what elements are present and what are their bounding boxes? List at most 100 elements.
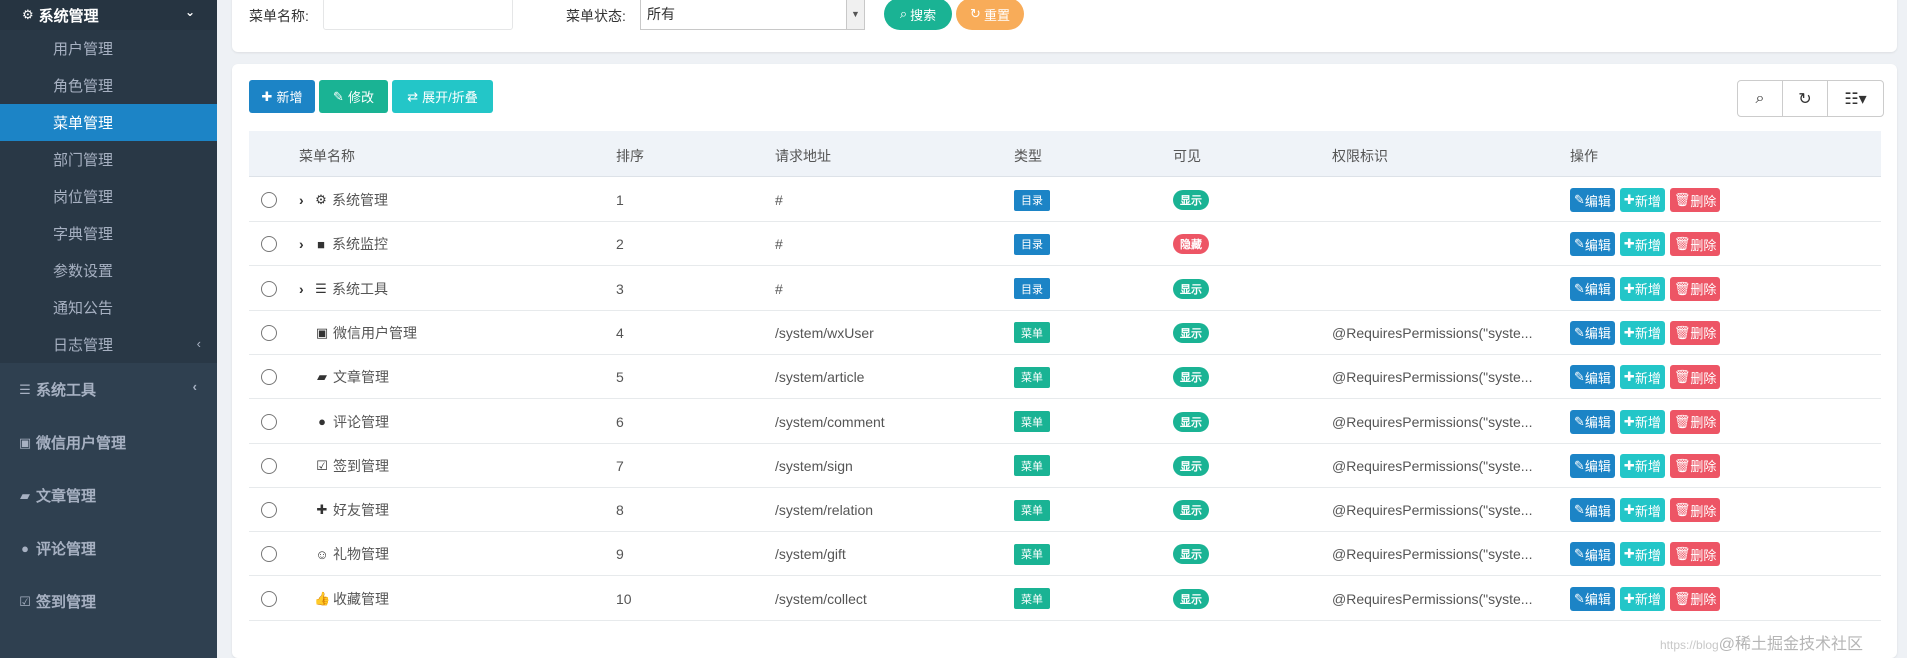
plus-icon: ✚: [1623, 280, 1635, 296]
columns-button[interactable]: ☷▾: [1828, 81, 1883, 116]
sidebar-item-departments[interactable]: 部门管理: [0, 141, 217, 178]
row-edit-button[interactable]: ✎ 编辑: [1570, 586, 1615, 611]
header-ops: 操作: [1570, 148, 1598, 164]
table-row[interactable]: › ⚙ 系统管理 1 # 目录 显示 ✎ 编辑 ✚ 新增 🗑 删除: [249, 178, 1881, 222]
search-button[interactable]: ⌕ 搜索: [884, 0, 952, 30]
sidebar-item-posts[interactable]: 岗位管理: [0, 178, 217, 215]
sidebar-item-notices[interactable]: 通知公告: [0, 289, 217, 326]
sidebar-item-sign[interactable]: ☑ 签到管理: [0, 575, 217, 628]
table-row[interactable]: ✚ 好友管理 8 /system/relation 菜单 显示 @Require…: [249, 488, 1881, 533]
table-row[interactable]: ▰ 文章管理 5 /system/article 菜单 显示 @Requires…: [249, 355, 1881, 400]
sidebar-item-label: 系统工具: [36, 382, 97, 399]
row-radio[interactable]: [261, 280, 277, 297]
row-radio[interactable]: [261, 324, 277, 341]
row-add-button[interactable]: ✚ 新增: [1619, 453, 1665, 478]
refresh-button[interactable]: ↻: [1783, 81, 1828, 116]
row-add-button[interactable]: ✚ 新增: [1619, 409, 1665, 434]
row-edit-button[interactable]: ✎ 编辑: [1570, 232, 1615, 257]
row-add-button[interactable]: ✚ 新增: [1619, 320, 1665, 345]
row-radio[interactable]: [261, 413, 277, 430]
sidebar-item-users[interactable]: 用户管理: [0, 30, 217, 67]
row-radio[interactable]: [261, 590, 277, 607]
row-delete-button[interactable]: 🗑 删除: [1669, 542, 1721, 567]
row-delete-button[interactable]: 🗑 删除: [1669, 498, 1721, 523]
table-row[interactable]: 👍 收藏管理 10 /system/collect 菜单 显示 @Require…: [249, 577, 1881, 621]
row-edit-button[interactable]: ✎ 编辑: [1570, 188, 1615, 212]
expand-arrow-icon[interactable]: ›: [299, 281, 313, 297]
menu-name: 系统管理: [332, 192, 388, 208]
reset-button[interactable]: ↻ 重置: [956, 0, 1024, 30]
row-delete-button[interactable]: 🗑 删除: [1669, 409, 1721, 434]
row-radio[interactable]: [261, 502, 277, 519]
search-icon: ⌕: [899, 6, 908, 21]
row-radio[interactable]: [261, 192, 277, 208]
row-radio[interactable]: [261, 236, 277, 253]
row-edit-button[interactable]: ✎ 编辑: [1570, 276, 1615, 301]
row-add-button[interactable]: ✚ 新增: [1619, 586, 1665, 611]
row-add-button[interactable]: ✚ 新增: [1619, 188, 1665, 212]
row-edit-button[interactable]: ✎ 编辑: [1570, 498, 1615, 523]
header-type: 类型: [1014, 148, 1042, 164]
row-delete-button[interactable]: 🗑 删除: [1669, 586, 1721, 611]
row-delete-button[interactable]: 🗑 删除: [1669, 188, 1721, 212]
row-edit-button[interactable]: ✎ 编辑: [1570, 320, 1615, 345]
sidebar-item-dictionary[interactable]: 字典管理: [0, 215, 217, 252]
sidebar-item-params[interactable]: 参数设置: [0, 252, 217, 289]
row-delete-button[interactable]: 🗑 删除: [1669, 453, 1721, 478]
sidebar-item-roles[interactable]: 角色管理: [0, 67, 217, 104]
table-row[interactable]: ☺ 礼物管理 9 /system/gift 菜单 显示 @RequiresPer…: [249, 532, 1881, 577]
sidebar-item-menus[interactable]: 菜单管理: [0, 104, 217, 141]
row-radio[interactable]: [261, 457, 277, 474]
row-add-button[interactable]: ✚ 新增: [1619, 365, 1665, 390]
row-add-label: 新增: [1634, 370, 1661, 386]
row-add-button[interactable]: ✚ 新增: [1619, 276, 1665, 301]
row-delete-button[interactable]: 🗑 删除: [1669, 365, 1721, 390]
sidebar-item-articles[interactable]: ▰ 文章管理: [0, 469, 217, 522]
row-delete-button[interactable]: 🗑 删除: [1669, 276, 1721, 301]
visible-badge: 显示: [1173, 544, 1209, 565]
menu-status-select[interactable]: 所有 ▼: [640, 0, 865, 30]
row-radio[interactable]: [261, 546, 277, 563]
visible-badge: 显示: [1173, 455, 1209, 476]
search-icon: ⌕: [1755, 89, 1765, 107]
sidebar-item-label: 岗位管理: [53, 189, 114, 206]
table-row[interactable]: ● 评论管理 6 /system/comment 菜单 显示 @Requires…: [249, 400, 1881, 444]
table-row[interactable]: ☑ 签到管理 7 /system/sign 菜单 显示 @RequiresPer…: [249, 444, 1881, 488]
row-edit-button[interactable]: ✎ 编辑: [1570, 365, 1615, 390]
sidebar-item-comments[interactable]: ● 评论管理: [0, 522, 217, 575]
expand-collapse-button[interactable]: ⇄ 展开/折叠: [392, 80, 493, 113]
url-value: /system/sign: [775, 457, 853, 474]
row-add-button[interactable]: ✚ 新增: [1619, 498, 1665, 523]
row-add-button[interactable]: ✚ 新增: [1619, 232, 1665, 257]
sidebar-item-wx-users[interactable]: ▣ 微信用户管理: [0, 416, 217, 469]
url-value: /system/comment: [775, 413, 885, 430]
sidebar-item-system-management[interactable]: ⚙ 系统管理 ⌄: [0, 0, 217, 30]
table-row[interactable]: › ☰ 系统工具 3 # 目录 显示 ✎ 编辑 ✚ 新增 🗑 删除: [249, 267, 1881, 311]
row-delete-label: 删除: [1690, 237, 1717, 253]
menu-name: 系统监控: [332, 236, 388, 253]
add-button[interactable]: ✚ 新增: [249, 80, 315, 113]
header-order: 排序: [616, 148, 644, 164]
table-row[interactable]: ▣ 微信用户管理 4 /system/wxUser 菜单 显示 @Require…: [249, 311, 1881, 355]
sidebar-item-logs[interactable]: 日志管理 ‹: [0, 326, 217, 363]
sidebar-item-label: 微信用户管理: [36, 435, 127, 452]
table-row[interactable]: › ■ 系统监控 2 # 目录 隐藏 ✎ 编辑 ✚ 新增 🗑 删除: [249, 222, 1881, 267]
row-radio[interactable]: [261, 369, 277, 386]
search-toggle-button[interactable]: ⌕: [1738, 81, 1783, 116]
expand-button-label: 展开/折叠: [422, 90, 478, 105]
row-delete-button[interactable]: 🗑 删除: [1669, 232, 1721, 257]
row-edit-button[interactable]: ✎ 编辑: [1570, 453, 1615, 478]
row-add-button[interactable]: ✚ 新增: [1619, 542, 1665, 567]
sidebar-item-system-tools[interactable]: ☰ 系统工具 ‹: [0, 363, 217, 416]
trash-icon: 🗑: [1673, 413, 1691, 429]
row-delete-label: 删除: [1690, 503, 1717, 519]
row-delete-label: 删除: [1690, 282, 1717, 298]
edit-button[interactable]: ✎ 修改: [319, 80, 388, 113]
row-edit-label: 编辑: [1584, 237, 1611, 253]
row-edit-button[interactable]: ✎ 编辑: [1570, 409, 1615, 434]
row-delete-button[interactable]: 🗑 删除: [1669, 320, 1721, 345]
expand-arrow-icon[interactable]: ›: [299, 236, 313, 252]
expand-arrow-icon[interactable]: ›: [299, 192, 313, 208]
row-edit-button[interactable]: ✎ 编辑: [1570, 542, 1615, 567]
menu-name-input[interactable]: [323, 0, 513, 30]
